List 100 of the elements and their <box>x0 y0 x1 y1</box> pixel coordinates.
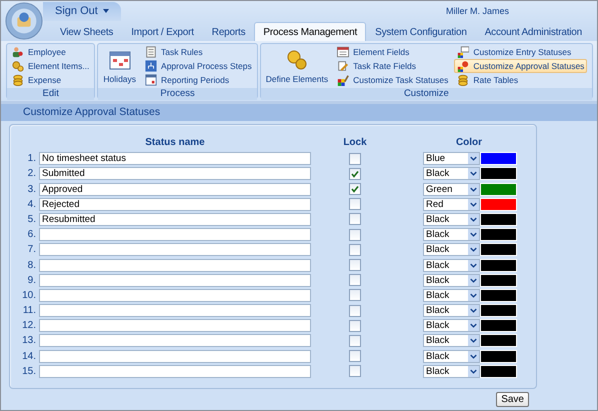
caret-icon <box>102 9 109 13</box>
status-name-field[interactable] <box>39 334 311 348</box>
ribbon-item[interactable]: Reporting Periods <box>142 73 255 87</box>
row-number: 1. <box>26 153 37 164</box>
ribbon-tab[interactable]: System Configuration <box>366 22 476 41</box>
status-name-field[interactable] <box>39 350 311 363</box>
status-name-field[interactable] <box>39 258 311 272</box>
status-name-field[interactable] <box>39 228 311 242</box>
pencil-icon <box>337 60 350 72</box>
lock-checkbox[interactable] <box>349 350 361 362</box>
status-name-field[interactable]: Rejected <box>39 198 311 211</box>
lock-checkbox[interactable] <box>349 289 361 302</box>
chevron-down-icon <box>468 229 479 240</box>
chevron-down-icon <box>468 366 479 377</box>
status-name-field[interactable] <box>39 288 311 302</box>
sign-out-menu[interactable]: Sign Out <box>43 2 121 20</box>
gears-icon <box>286 48 308 70</box>
ribbon-large-button[interactable]: Define Elements <box>262 45 332 87</box>
chevron-down-icon <box>468 244 479 256</box>
row-number: 3. <box>26 184 37 195</box>
status-name-field[interactable] <box>39 364 311 378</box>
chevron-down-icon <box>468 320 479 332</box>
color-dropdown[interactable]: Black <box>423 212 480 226</box>
lock-checkbox[interactable] <box>349 259 361 271</box>
ribbon-item[interactable]: Expense <box>9 73 92 87</box>
row-number: 9. <box>26 274 37 286</box>
status-name-field[interactable] <box>39 319 311 332</box>
row-number: 15. <box>22 366 37 377</box>
ribbon-item[interactable]: Task Rate Fields <box>334 59 452 73</box>
ribbon-large-button[interactable]: Holidays <box>100 45 140 87</box>
ribbon-tab[interactable]: Import / Export <box>122 22 203 41</box>
section-header: Customize Approval Statuses <box>1 103 597 121</box>
ribbon-item[interactable]: Element Fields <box>334 45 452 59</box>
row-number: 14. <box>22 350 37 362</box>
status-name-field[interactable] <box>39 274 311 287</box>
status-name-field[interactable] <box>39 304 311 318</box>
ribbon-item[interactable]: Rate Tables <box>454 73 588 87</box>
color-dropdown[interactable]: Black <box>423 288 480 302</box>
row-number: 13. <box>22 335 37 346</box>
status-name-field[interactable]: Submitted <box>39 167 311 180</box>
chevron-down-icon <box>468 168 479 180</box>
color-dropdown[interactable]: Blue <box>423 152 480 166</box>
lock-checkbox[interactable] <box>349 213 361 226</box>
lock-checkbox[interactable] <box>349 228 361 241</box>
ribbon-item[interactable]: Element Items... <box>9 59 92 73</box>
save-button[interactable]: Save <box>496 392 529 407</box>
color-dropdown[interactable]: Red <box>423 198 480 211</box>
chevron-down-icon <box>468 335 479 346</box>
color-dropdown[interactable]: Black <box>423 228 480 242</box>
color-dropdown[interactable]: Black <box>423 350 480 363</box>
ribbon-item[interactable]: Customize Approval Statuses <box>454 59 588 73</box>
row-number: 12. <box>22 320 37 332</box>
form-icon <box>337 46 350 58</box>
group-label: Edit <box>7 88 94 100</box>
status-name-field[interactable]: Approved <box>39 182 311 196</box>
status-name-field[interactable]: No timesheet status <box>39 152 311 166</box>
user-name: Miller M. James <box>446 6 509 16</box>
lock-checkbox[interactable] <box>349 183 361 196</box>
column-header: Color <box>454 137 484 150</box>
status-name-field[interactable]: Resubmitted <box>39 212 311 226</box>
lock-checkbox[interactable] <box>349 198 361 210</box>
status-name-field[interactable] <box>39 243 311 256</box>
ribbon-tab[interactable]: Reports <box>202 22 254 41</box>
ribbon-tab[interactable]: View Sheets <box>51 22 122 41</box>
chevron-down-icon <box>468 214 479 225</box>
chevron-down-icon <box>468 350 479 362</box>
flowchart-icon <box>145 60 158 72</box>
row-number: 4. <box>26 198 37 210</box>
group-label: Customize <box>260 88 592 100</box>
ribbon-item[interactable]: Approval Process Steps <box>142 59 255 73</box>
color-dropdown[interactable]: Black <box>423 258 480 272</box>
lock-checkbox[interactable] <box>349 152 361 165</box>
ribbon-item[interactable]: Customize Entry Statuses <box>454 45 588 59</box>
ribbon-tab[interactable]: Process Management <box>254 22 366 41</box>
color-dropdown[interactable]: Black <box>423 243 480 256</box>
chevron-down-icon <box>468 274 479 286</box>
color-dropdown[interactable]: Black <box>423 334 480 348</box>
ribbon-item[interactable]: Customize Task Statuses <box>334 73 452 87</box>
color-dropdown[interactable]: Black <box>423 167 480 180</box>
ribbon-item[interactable]: Task Rules <box>142 45 255 59</box>
chevron-down-icon <box>468 305 479 316</box>
lock-checkbox[interactable] <box>349 304 361 317</box>
ribbon-item[interactable]: Employee <box>9 45 92 59</box>
ribbon-tab[interactable]: Account Administration <box>476 22 592 41</box>
lock-checkbox[interactable] <box>349 334 361 347</box>
lock-checkbox[interactable] <box>349 244 361 256</box>
color-dropdown[interactable]: Black <box>423 364 480 378</box>
row-number: 6. <box>26 229 37 240</box>
lock-checkbox[interactable] <box>349 274 361 286</box>
lock-checkbox[interactable] <box>349 168 361 180</box>
app-orb-icon[interactable] <box>5 2 43 40</box>
row-number: 8. <box>26 260 37 270</box>
color-dropdown[interactable]: Black <box>423 274 480 287</box>
color-dropdown[interactable]: Black <box>423 304 480 318</box>
color-dropdown[interactable]: Green <box>423 182 480 196</box>
lock-checkbox[interactable] <box>349 365 361 378</box>
lock-checkbox[interactable] <box>349 320 361 332</box>
color-dropdown[interactable]: Black <box>423 319 480 332</box>
chevron-down-icon <box>468 153 479 164</box>
coins-icon <box>12 74 24 86</box>
